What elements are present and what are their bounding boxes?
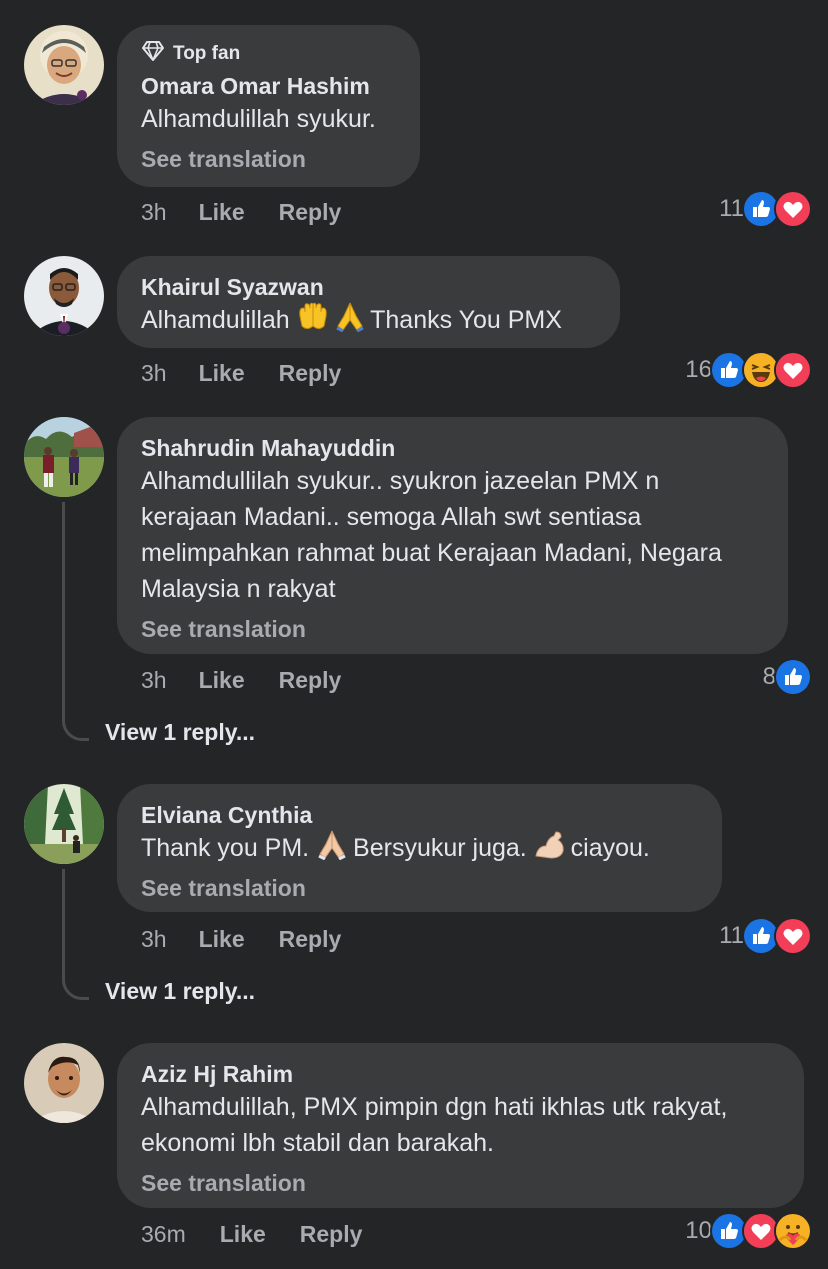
comment-text-start: Alhamdulillah xyxy=(141,306,290,334)
comment-time[interactable]: 3h xyxy=(141,360,167,387)
care-reaction-icon xyxy=(774,1212,812,1250)
comment-text-end: Thanks You PMX xyxy=(370,306,562,334)
reply-button[interactable]: Reply xyxy=(300,1221,363,1248)
comment-time[interactable]: 36m xyxy=(141,1221,186,1248)
reaction-summary[interactable]: 16 xyxy=(685,351,812,389)
comment-actions: 3h Like Reply xyxy=(141,197,341,227)
comment-author[interactable]: Shahrudin Mahayuddin xyxy=(141,433,764,463)
view-replies-link[interactable]: View 1 reply... xyxy=(105,978,255,1005)
avatar-khairul[interactable] xyxy=(24,256,104,336)
reaction-summary[interactable]: 8 xyxy=(763,658,812,696)
diamond-icon xyxy=(141,40,165,68)
comment-text: Thank you PM. Bersyukur juga. ciayou. xyxy=(141,830,698,866)
flexed-biceps-emoji-icon xyxy=(534,830,564,860)
love-reaction-icon xyxy=(774,917,812,955)
see-translation-link[interactable]: See translation xyxy=(141,614,764,644)
like-button[interactable]: Like xyxy=(199,667,245,694)
comment-text: Alhamdulillah syukur. xyxy=(141,105,376,133)
comment-time[interactable]: 3h xyxy=(141,926,167,953)
love-reaction-icon xyxy=(774,351,812,389)
comment-bubble: Shahrudin Mahayuddin Alhamdullilah syuku… xyxy=(117,417,788,654)
reaction-count: 16 xyxy=(685,356,712,383)
like-button[interactable]: Like xyxy=(199,926,245,953)
comment-bubble: Khairul Syazwan Alhamdulillah Thanks You… xyxy=(117,256,620,348)
reaction-count: 10 xyxy=(685,1217,712,1244)
comment-actions: 3h Like Reply xyxy=(141,665,341,695)
comment-actions: 3h Like Reply xyxy=(141,358,341,388)
like-reaction-icon xyxy=(774,658,812,696)
reaction-summary[interactable]: 10 xyxy=(685,1212,812,1250)
avatar-omara[interactable] xyxy=(24,25,104,105)
comment-author[interactable]: Aziz Hj Rahim xyxy=(141,1059,780,1089)
reaction-summary[interactable]: 11 xyxy=(719,917,812,955)
comment-text: Alhamdulillah Thanks You PMX xyxy=(141,302,596,338)
view-replies-link[interactable]: View 1 reply... xyxy=(105,719,255,746)
comment-text: Alhamdullilah syukur.. syukron jazeelan … xyxy=(141,467,722,603)
avatar-shahrudin[interactable] xyxy=(24,417,104,497)
reply-button[interactable]: Reply xyxy=(279,360,342,387)
comment-author[interactable]: Omara Omar Hashim xyxy=(141,71,396,101)
see-translation-link[interactable]: See translation xyxy=(141,873,698,903)
open-hands-emoji-icon xyxy=(297,302,327,332)
folded-hands-emoji-icon xyxy=(334,302,364,333)
comment-bubble: Top fan Omara Omar Hashim Alhamdulillah … xyxy=(117,25,420,187)
badge-label: Top fan xyxy=(173,43,241,64)
thread-connector-line xyxy=(62,869,89,1000)
comment-bubble: Elviana Cynthia Thank you PM. Bersyukur … xyxy=(117,784,722,912)
comment-bubble: Aziz Hj Rahim Alhamdulillah, PMX pimpin … xyxy=(117,1043,804,1208)
comment-text: Alhamdulillah, PMX pimpin dgn hati ikhla… xyxy=(141,1093,728,1157)
comment-author[interactable]: Khairul Syazwan xyxy=(141,272,596,302)
like-button[interactable]: Like xyxy=(220,1221,266,1248)
like-button[interactable]: Like xyxy=(199,199,245,226)
comment-time[interactable]: 3h xyxy=(141,667,167,694)
see-translation-link[interactable]: See translation xyxy=(141,144,396,174)
reply-button[interactable]: Reply xyxy=(279,926,342,953)
comment-author[interactable]: Elviana Cynthia xyxy=(141,800,698,830)
avatar-elviana[interactable] xyxy=(24,784,104,864)
reaction-count: 11 xyxy=(719,195,744,222)
thread-connector-line xyxy=(62,502,89,741)
reaction-summary[interactable]: 11 xyxy=(719,190,812,228)
folded-hands-emoji-icon xyxy=(316,830,346,861)
love-reaction-icon xyxy=(774,190,812,228)
see-translation-link[interactable]: See translation xyxy=(141,1168,780,1198)
avatar-aziz[interactable] xyxy=(24,1043,104,1123)
reply-button[interactable]: Reply xyxy=(279,667,342,694)
reaction-count: 11 xyxy=(719,922,744,949)
comment-text-part-3: ciayou. xyxy=(570,834,650,862)
comment-actions: 3h Like Reply xyxy=(141,924,341,954)
comment-text-part-2: Bersyukur juga. xyxy=(353,834,527,862)
comment-text-part-1: Thank you PM. xyxy=(141,834,310,862)
like-button[interactable]: Like xyxy=(199,360,245,387)
comment-time[interactable]: 3h xyxy=(141,199,167,226)
comment-actions: 36m Like Reply xyxy=(141,1219,362,1249)
top-fan-badge: Top fan xyxy=(141,41,396,67)
reply-button[interactable]: Reply xyxy=(279,199,342,226)
